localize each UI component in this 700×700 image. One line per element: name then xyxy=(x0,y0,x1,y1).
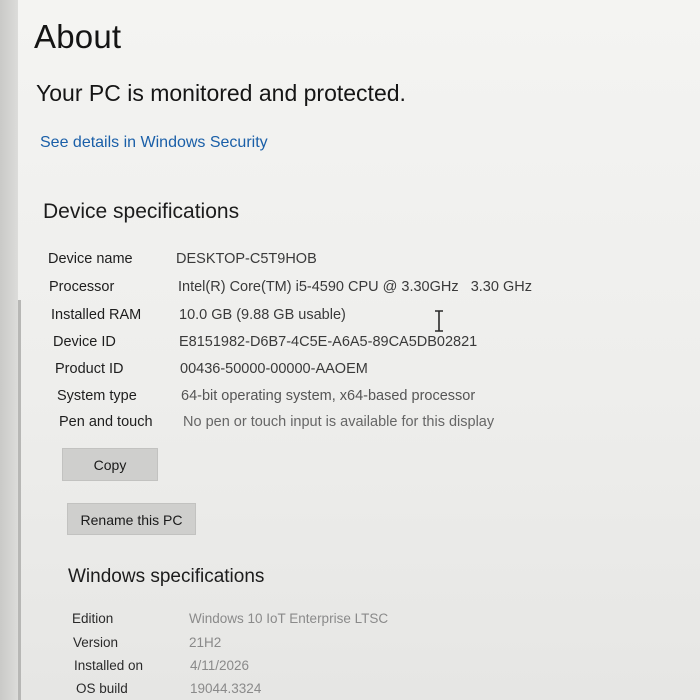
spec-label: Processor xyxy=(49,279,115,295)
windows-security-link[interactable]: See details in Windows Security xyxy=(40,134,268,152)
spec-label: Version xyxy=(73,635,119,650)
copy-button[interactable]: Copy xyxy=(62,448,158,481)
spec-value[interactable]: Windows 10 IoT Enterprise LTSC xyxy=(189,611,388,626)
text-cursor-icon xyxy=(435,310,443,332)
window-left-edge xyxy=(0,0,18,700)
windows-specifications-heading: Windows specifications xyxy=(68,566,265,587)
spec-value[interactable]: 00436-50000-00000-AAOEM xyxy=(180,361,368,377)
scroll-divider xyxy=(18,300,21,700)
spec-value[interactable]: 4/11/2026 xyxy=(190,658,249,673)
spec-label: Edition xyxy=(72,611,114,626)
spec-label: Installed on xyxy=(74,658,144,673)
protection-status-text: Your PC is monitored and protected. xyxy=(36,80,406,106)
spec-label: Product ID xyxy=(55,361,124,377)
spec-value[interactable]: 10.0 GB (9.88 GB usable) xyxy=(179,307,346,323)
page-title: About xyxy=(34,18,122,55)
spec-label: System type xyxy=(57,388,137,404)
spec-label: Device name xyxy=(48,251,133,267)
spec-value[interactable]: 64-bit operating system, x64-based proce… xyxy=(181,388,475,404)
spec-value[interactable]: DESKTOP-C5T9HOB xyxy=(176,251,317,267)
device-specifications-heading: Device specifications xyxy=(43,200,240,223)
spec-label: Installed RAM xyxy=(51,307,142,323)
spec-value[interactable]: Intel(R) Core(TM) i5-4590 CPU @ 3.30GHz … xyxy=(178,279,532,295)
spec-label: Pen and touch xyxy=(59,414,153,430)
spec-value[interactable]: No pen or touch input is available for t… xyxy=(183,414,494,430)
spec-label: Device ID xyxy=(53,334,116,350)
spec-value[interactable]: E8151982-D6B7-4C5E-A6A5-89CA5DB02821 xyxy=(179,334,477,350)
about-settings-page: About Your PC is monitored and protected… xyxy=(0,0,700,700)
rename-pc-button[interactable]: Rename this PC xyxy=(67,503,196,535)
spec-label: OS build xyxy=(76,681,128,696)
spec-value[interactable]: 19044.3324 xyxy=(190,681,261,696)
spec-value[interactable]: 21H2 xyxy=(189,635,221,650)
